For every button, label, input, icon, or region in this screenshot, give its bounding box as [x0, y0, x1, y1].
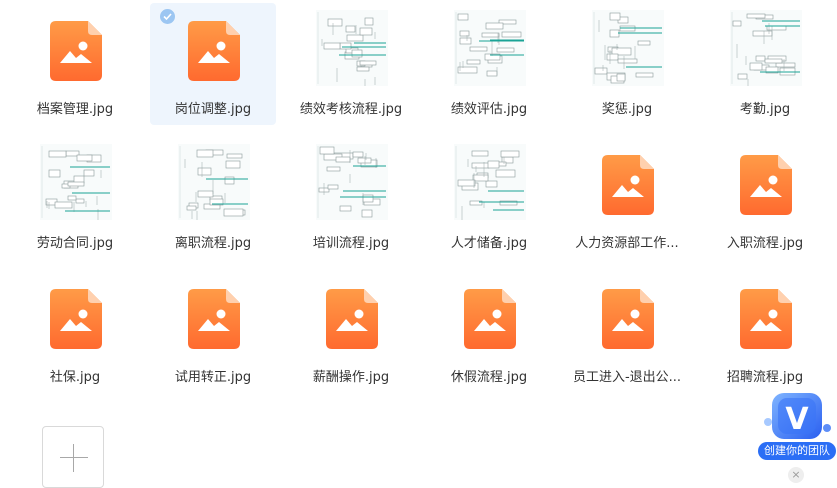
- file-name: 考勤.jpg: [739, 102, 791, 117]
- file-item-recruitment-flow[interactable]: 招聘流程.jpg: [702, 271, 828, 393]
- file-name: 岗位调整.jpg: [174, 102, 252, 117]
- image-file-icon: [50, 21, 102, 81]
- file-name: 社保.jpg: [49, 370, 101, 385]
- image-file-icon: [740, 289, 792, 349]
- file-item-resignation-flow[interactable]: 离职流程.jpg: [150, 137, 276, 259]
- file-item-training-flow[interactable]: 培训流程.jpg: [288, 137, 414, 259]
- file-item-talent-pool[interactable]: 人才储备.jpg: [426, 137, 552, 259]
- file-item-reward-punish[interactable]: 奖惩.jpg: [564, 3, 690, 125]
- file-item-performance-review-flow[interactable]: 绩效考核流程.jpg: [288, 3, 414, 125]
- file-item-archive[interactable]: 档案管理.jpg: [12, 3, 138, 125]
- file-item-payroll[interactable]: 薪酬操作.jpg: [288, 271, 414, 393]
- image-file-icon: [188, 289, 240, 349]
- file-name: 档案管理.jpg: [36, 102, 114, 117]
- create-team-widget[interactable]: V 创建你的团队 ×: [756, 388, 837, 483]
- create-team-label[interactable]: 创建你的团队: [758, 442, 836, 460]
- file-name: 培训流程.jpg: [312, 236, 390, 251]
- file-name: 绩效评估.jpg: [450, 102, 528, 117]
- file-name: 招聘流程.jpg: [726, 370, 804, 385]
- flowchart-thumbnail: [454, 144, 526, 220]
- image-file-icon: [602, 155, 654, 215]
- file-name: 人才储备.jpg: [450, 236, 528, 251]
- file-name: 薪酬操作.jpg: [312, 370, 390, 385]
- file-name: 试用转正.jpg: [174, 370, 252, 385]
- file-item-hr-work[interactable]: 人力资源部工作...: [564, 137, 690, 259]
- check-icon[interactable]: [160, 9, 175, 24]
- file-grid: 档案管理.jpg 岗位调整.jpg 绩效考核流程.jpg 绩效评估.jpg 奖惩.jpg…: [0, 0, 837, 483]
- image-file-icon: [50, 289, 102, 349]
- plus-icon: [60, 457, 88, 458]
- file-name: 人力资源部工作...: [575, 236, 679, 251]
- add-file-button[interactable]: [42, 426, 104, 488]
- flowchart-thumbnail: [316, 10, 388, 88]
- file-item-social-insurance[interactable]: 社保.jpg: [12, 271, 138, 393]
- flowchart-thumbnail: [730, 10, 802, 94]
- file-item-position-adjust[interactable]: 岗位调整.jpg: [150, 3, 276, 125]
- image-file-icon: [464, 289, 516, 349]
- file-name: 离职流程.jpg: [174, 236, 252, 251]
- file-item-leave-flow[interactable]: 休假流程.jpg: [426, 271, 552, 393]
- image-file-icon: [188, 21, 240, 81]
- flowchart-thumbnail: [592, 10, 664, 86]
- flowchart-thumbnail: [316, 144, 388, 220]
- file-item-probation[interactable]: 试用转正.jpg: [150, 271, 276, 393]
- v-logo-letter: V: [785, 402, 809, 437]
- file-item-employee-entry-exit[interactable]: 员工进入-退出公...: [564, 271, 690, 393]
- file-name: 奖惩.jpg: [601, 102, 653, 117]
- image-file-icon: [740, 155, 792, 215]
- file-name: 员工进入-退出公...: [572, 370, 682, 385]
- flowchart-thumbnail: [178, 144, 250, 223]
- image-file-icon: [326, 289, 378, 349]
- file-name: 入职流程.jpg: [726, 236, 804, 251]
- close-icon[interactable]: ×: [788, 467, 804, 483]
- file-item-onboarding-flow[interactable]: 入职流程.jpg: [702, 137, 828, 259]
- file-name: 劳动合同.jpg: [36, 236, 114, 251]
- image-file-icon: [602, 289, 654, 349]
- flowchart-thumbnail: [40, 144, 112, 221]
- file-item-performance-eval[interactable]: 绩效评估.jpg: [426, 3, 552, 125]
- file-item-labor-contract[interactable]: 劳动合同.jpg: [12, 137, 138, 259]
- flowchart-thumbnail: [454, 10, 526, 86]
- file-item-attendance[interactable]: 考勤.jpg: [702, 3, 828, 125]
- file-name: 休假流程.jpg: [450, 370, 528, 385]
- file-name: 绩效考核流程.jpg: [299, 102, 403, 117]
